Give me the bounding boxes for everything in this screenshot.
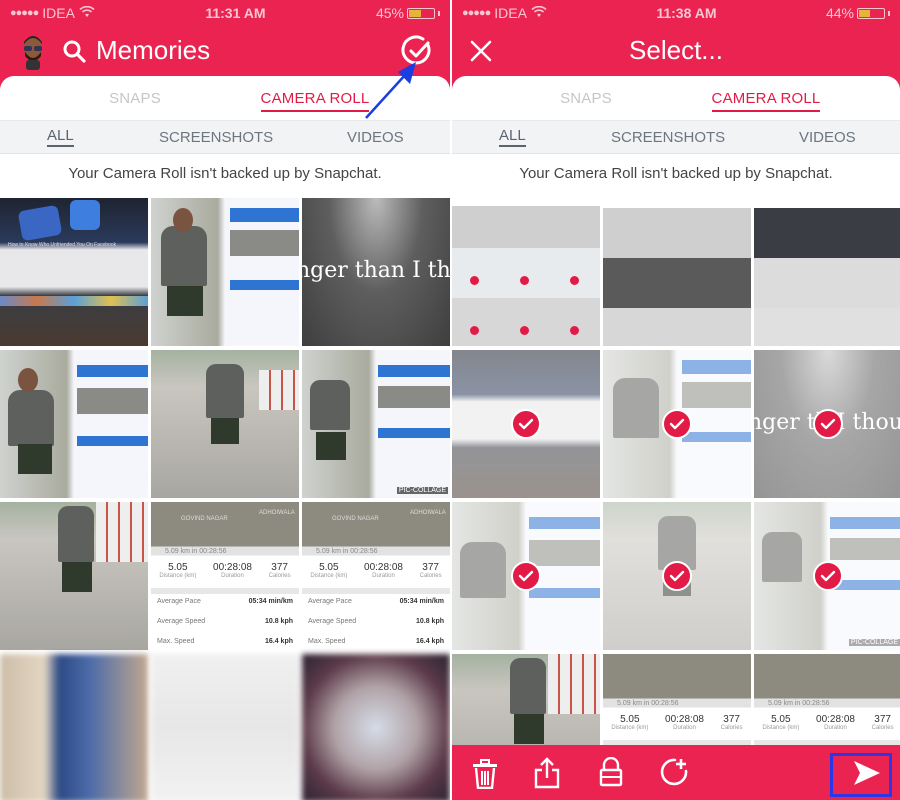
backup-notice: Your Camera Roll isn't backed up by Snap…	[519, 164, 833, 182]
send-button-highlight	[830, 753, 892, 797]
selected-check-icon	[662, 409, 692, 439]
select-screen: ●●●●● IDEA 11:38 AM 44% Select... SNAPS …	[450, 0, 900, 800]
status-bar: ●●●●● IDEA 11:38 AM 44%	[452, 0, 900, 26]
subtab-all[interactable]: ALL	[499, 127, 526, 147]
photo-thumbnail[interactable]	[0, 502, 148, 650]
share-icon[interactable]	[534, 757, 560, 789]
battery-icon	[856, 7, 885, 19]
trash-icon[interactable]	[472, 759, 498, 789]
mini-check-icon	[520, 276, 529, 285]
run-stats-thumbnail[interactable]: GOVIND NAGAR ADHOIWALA 5.09 km in 00:28:…	[151, 502, 299, 650]
sub-tabs: ALL SCREENSHOTS VIDEOS	[452, 120, 900, 154]
photo-thumbnail[interactable]	[603, 198, 751, 346]
annotation-arrow	[365, 62, 416, 119]
photo-thumbnail-selected[interactable]: nger th I thoug	[754, 350, 900, 498]
selected-check-icon	[662, 561, 692, 591]
subtab-screenshots[interactable]: SCREENSHOTS	[611, 129, 725, 146]
page-title: Select...	[629, 35, 723, 65]
memories-sheet: SNAPS CAMERA ROLL ALL SCREENSHOTS VIDEOS…	[0, 76, 450, 800]
wifi-icon	[531, 5, 547, 21]
tab-camera-roll[interactable]: CAMERA ROLL	[676, 89, 856, 112]
carrier-name: IDEA	[494, 5, 527, 21]
status-time: 11:31 AM	[205, 5, 266, 21]
battery-percent: 45%	[375, 5, 404, 21]
memories-screen: ●●●●● IDEA 11:31 AM 45% Memories SNAPS C…	[0, 0, 450, 800]
selected-check-icon	[813, 561, 843, 591]
subtab-videos[interactable]: VIDEOS	[347, 129, 404, 146]
subtab-all[interactable]: ALL	[47, 127, 74, 147]
photo-thumbnail[interactable]	[0, 654, 148, 800]
mini-check-icon	[470, 276, 479, 285]
photo-thumbnail[interactable]	[151, 350, 299, 498]
pic-collage-watermark: PIC-COLLAGE	[396, 487, 448, 494]
mini-check-icon	[470, 326, 479, 335]
photo-thumbnail-selected[interactable]	[452, 350, 600, 498]
page-title: Memories	[96, 35, 211, 65]
photo-thumbnail[interactable]: PIC-COLLAGE	[302, 350, 450, 498]
photo-thumbnail[interactable]	[754, 198, 900, 346]
photo-thumbnail-selected[interactable]	[603, 350, 751, 498]
subtab-screenshots[interactable]: SCREENSHOTS	[159, 129, 273, 146]
tab-snaps[interactable]: SNAPS	[496, 90, 676, 107]
signal-icon: ●●●●●	[10, 7, 39, 19]
photo-thumbnail[interactable]	[151, 654, 299, 800]
add-story-icon[interactable]	[659, 757, 689, 787]
photo-thumbnail-selected[interactable]	[603, 502, 751, 650]
status-time: 11:38 AM	[656, 5, 717, 21]
photo-thumbnail[interactable]	[452, 198, 600, 346]
mini-check-icon	[570, 326, 579, 335]
status-bar: ●●●●● IDEA 11:31 AM 45%	[0, 0, 450, 26]
top-tabs: SNAPS CAMERA ROLL	[452, 76, 900, 120]
selected-check-icon	[813, 409, 843, 439]
subtab-videos[interactable]: VIDEOS	[799, 129, 856, 146]
backup-notice: Your Camera Roll isn't backed up by Snap…	[68, 164, 382, 182]
mini-check-icon	[520, 326, 529, 335]
select-header: Select...	[452, 26, 900, 76]
selection-toolbar	[452, 745, 900, 800]
selected-check-icon	[511, 409, 541, 439]
photo-thumbnail[interactable]: nger than I thoug	[302, 198, 450, 346]
mini-check-icon	[570, 276, 579, 285]
signal-icon: ●●●●●	[462, 7, 491, 19]
photo-grid: How to Know Who Unfriended You On Facebo…	[0, 198, 450, 800]
tab-snaps[interactable]: SNAPS	[45, 90, 225, 107]
battery-percent: 44%	[825, 5, 854, 21]
photo-thumbnail[interactable]	[151, 198, 299, 346]
selected-check-icon	[511, 561, 541, 591]
search-icon[interactable]	[62, 39, 86, 68]
bitmoji-avatar[interactable]	[20, 34, 46, 70]
battery-icon	[406, 7, 435, 19]
photo-thumbnail[interactable]: How to Know Who Unfriended You On Facebo…	[0, 198, 148, 346]
lock-icon[interactable]	[599, 757, 623, 787]
run-stats-thumbnail[interactable]: GOVIND NAGAR ADHOIWALA 5.09 km in 00:28:…	[302, 502, 450, 650]
photo-thumbnail-selected[interactable]: PIC-COLLAGE	[754, 502, 900, 650]
carrier-name: IDEA	[42, 5, 75, 21]
wifi-icon	[79, 5, 95, 21]
photo-thumbnail[interactable]	[0, 350, 148, 498]
photo-thumbnail-selected[interactable]	[452, 502, 600, 650]
photo-grid: nger th I thoug	[452, 198, 900, 800]
photo-thumbnail[interactable]	[302, 654, 450, 800]
select-sheet: SNAPS CAMERA ROLL ALL SCREENSHOTS VIDEOS…	[452, 76, 900, 800]
